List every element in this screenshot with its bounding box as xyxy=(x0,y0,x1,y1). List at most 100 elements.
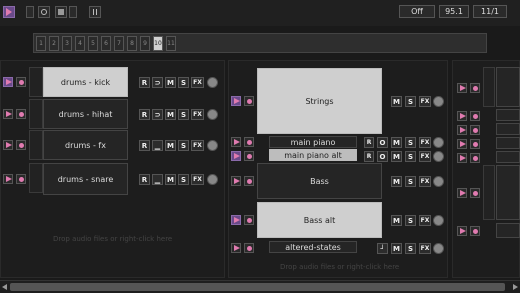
solo-button[interactable]: S xyxy=(405,215,416,226)
solo-button[interactable]: S xyxy=(405,96,416,107)
solo-button[interactable]: S xyxy=(405,151,416,162)
volume-knob[interactable] xyxy=(207,109,218,120)
clip-record-button[interactable] xyxy=(470,111,480,121)
r-button[interactable]: R xyxy=(364,137,374,148)
volume-knob[interactable] xyxy=(207,77,218,88)
clip-play-button[interactable] xyxy=(457,83,467,93)
o-button[interactable]: O xyxy=(377,151,388,162)
clip-play-button[interactable] xyxy=(457,153,467,163)
clip-slot[interactable] xyxy=(483,67,495,107)
scroll-right-icon[interactable] xyxy=(513,284,518,290)
horizontal-scrollbar[interactable] xyxy=(0,280,520,293)
clip-partial[interactable] xyxy=(496,223,520,238)
clip-record-button[interactable] xyxy=(16,77,26,87)
volume-knob[interactable] xyxy=(433,151,444,162)
solo-button[interactable]: S xyxy=(178,77,189,88)
clip-partial[interactable] xyxy=(496,123,520,135)
solo-button[interactable]: S xyxy=(178,174,189,185)
scrollbar-thumb[interactable] xyxy=(10,283,505,291)
clip-bass[interactable]: Bass xyxy=(257,163,382,199)
clip-play-button[interactable] xyxy=(3,109,13,119)
clip-record-button[interactable] xyxy=(470,139,480,149)
clip-partial[interactable] xyxy=(496,109,520,121)
clip-slot[interactable] xyxy=(29,67,43,97)
fx-button[interactable]: FX xyxy=(419,176,431,187)
clip-slot[interactable] xyxy=(29,99,43,129)
clip-record-button[interactable] xyxy=(244,137,254,147)
clip-record-button[interactable] xyxy=(244,151,254,161)
fx-button[interactable]: FX xyxy=(191,140,204,151)
clip-play-button[interactable] xyxy=(3,77,13,87)
clip-record-button[interactable] xyxy=(244,96,254,106)
clip-play-button[interactable] xyxy=(231,96,241,106)
clip-record-button[interactable] xyxy=(470,83,480,93)
clip-record-button[interactable] xyxy=(16,109,26,119)
play-button[interactable] xyxy=(3,6,15,18)
clip-strings[interactable]: Strings xyxy=(257,68,382,134)
r-button[interactable]: R xyxy=(364,151,374,162)
clip-bass-alt[interactable]: Bass alt xyxy=(257,202,382,238)
step-button[interactable] xyxy=(69,6,77,18)
clip-drums-hihat[interactable]: drums - hihat xyxy=(43,99,128,129)
stop-button[interactable] xyxy=(55,6,67,18)
clip-play-button[interactable] xyxy=(457,188,467,198)
solo-button[interactable]: S xyxy=(405,176,416,187)
step-4[interactable]: 4 xyxy=(75,36,85,51)
clip-play-button[interactable] xyxy=(231,243,241,253)
step-10[interactable]: 10 xyxy=(153,36,163,51)
loop-icon[interactable]: ⊃ xyxy=(152,77,163,88)
mute-button[interactable]: M xyxy=(165,174,176,185)
mute-button[interactable]: M xyxy=(165,109,176,120)
clip-altered-states[interactable]: altered-states xyxy=(269,241,357,253)
step-1[interactable]: 1 xyxy=(36,36,46,51)
metronome-toggle[interactable]: Off xyxy=(399,5,435,18)
mute-button[interactable]: M xyxy=(391,137,402,148)
solo-button[interactable]: S xyxy=(178,109,189,120)
clip-slot[interactable] xyxy=(29,130,43,160)
mute-button[interactable]: M xyxy=(391,215,402,226)
fx-button[interactable]: FX xyxy=(419,137,431,148)
step-9[interactable]: 9 xyxy=(140,36,150,51)
volume-knob[interactable] xyxy=(207,140,218,151)
clip-partial[interactable] xyxy=(496,67,520,107)
volume-knob[interactable] xyxy=(433,215,444,226)
step-8[interactable]: 8 xyxy=(127,36,137,51)
step-11[interactable]: 11 xyxy=(166,36,176,51)
volume-knob[interactable] xyxy=(207,174,218,185)
step-2[interactable]: 2 xyxy=(49,36,59,51)
tempo-field[interactable]: 95.1 xyxy=(439,5,469,18)
clip-drums-fx[interactable]: drums - fx xyxy=(43,130,128,160)
clip-play-button[interactable] xyxy=(3,140,13,150)
clip-play-button[interactable] xyxy=(3,174,13,184)
one-shot-icon[interactable]: ▁ xyxy=(152,174,163,185)
fx-button[interactable]: FX xyxy=(419,215,431,226)
clip-record-button[interactable] xyxy=(470,226,480,236)
clip-play-button[interactable] xyxy=(231,137,241,147)
step-5[interactable]: 5 xyxy=(88,36,98,51)
clip-drums-snare[interactable]: drums - snare xyxy=(43,163,128,195)
clip-play-button[interactable] xyxy=(231,215,241,225)
mute-button[interactable]: M xyxy=(165,77,176,88)
clip-record-button[interactable] xyxy=(470,125,480,135)
mute-button[interactable]: M xyxy=(391,151,402,162)
clip-partial[interactable] xyxy=(496,137,520,149)
volume-knob[interactable] xyxy=(433,96,444,107)
record-button[interactable] xyxy=(38,6,50,18)
clip-drums-kick[interactable]: drums - kick xyxy=(43,67,128,97)
clip-record-button[interactable] xyxy=(16,174,26,184)
r-button[interactable]: R xyxy=(139,109,150,120)
clip-play-button[interactable] xyxy=(457,125,467,135)
clip-record-button[interactable] xyxy=(244,243,254,253)
mute-button[interactable]: M xyxy=(165,140,176,151)
loop-icon[interactable]: ⊃ xyxy=(152,109,163,120)
fx-button[interactable]: FX xyxy=(419,96,431,107)
solo-button[interactable]: S xyxy=(405,137,416,148)
fx-button[interactable]: FX xyxy=(191,77,204,88)
time-signature-field[interactable]: 11/1 xyxy=(473,5,507,18)
fx-button[interactable]: FX xyxy=(419,151,431,162)
clip-record-button[interactable] xyxy=(244,215,254,225)
scroll-left-icon[interactable] xyxy=(2,284,7,290)
pause-button[interactable] xyxy=(89,6,101,18)
solo-button[interactable]: S xyxy=(178,140,189,151)
clip-main-piano-alt[interactable]: main piano alt xyxy=(269,149,357,161)
